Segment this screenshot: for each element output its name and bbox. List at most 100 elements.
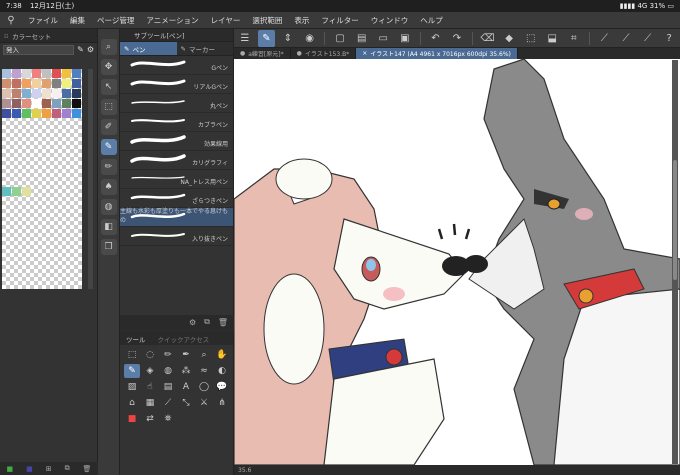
tab-quick-access[interactable]: クイックアクセス: [152, 332, 216, 345]
brush-item[interactable]: リアルGペン: [120, 75, 233, 94]
settings-icon[interactable]: ⚙: [87, 45, 94, 54]
brush-item[interactable]: 丸ペン: [120, 94, 233, 113]
lasso-icon[interactable]: ◌: [142, 348, 158, 362]
move-tool-icon[interactable]: ✥: [100, 59, 117, 75]
color-swatch[interactable]: [12, 79, 21, 88]
color-swatch[interactable]: [12, 187, 21, 196]
brush-item[interactable]: 主線も水彩も厚塗りも一本でやる息けもの: [120, 208, 233, 227]
hand-select-icon[interactable]: ☝: [142, 380, 158, 394]
balloon-icon[interactable]: 💬: [214, 380, 230, 394]
sub-color-icon[interactable]: ■: [26, 465, 33, 473]
effect-line-icon[interactable]: ⚔: [196, 396, 212, 410]
active-pen-icon[interactable]: ✎: [124, 364, 140, 378]
brush-tool-icon[interactable]: ♠: [100, 179, 117, 195]
color-swatch[interactable]: [12, 89, 21, 98]
brush-item[interactable]: 効果線用: [120, 132, 233, 151]
menu-edit[interactable]: 編集: [64, 15, 91, 26]
pencil-tool-icon[interactable]: ✏: [100, 159, 117, 175]
undo-icon[interactable]: ↶: [427, 30, 445, 47]
duplicate-icon[interactable]: ⧉: [204, 317, 210, 327]
eyedropper-tool-icon[interactable]: ✐: [100, 119, 117, 135]
eraser-tool-icon[interactable]: ◧: [100, 219, 117, 235]
color-swatch[interactable]: [32, 99, 41, 108]
deselect-icon[interactable]: ⬚: [522, 30, 540, 47]
color-swatch-grid[interactable]: [2, 69, 82, 289]
ruler-icon[interactable]: ▦: [142, 396, 158, 410]
menu-help[interactable]: ヘルプ: [414, 15, 449, 26]
eyedropper-icon[interactable]: ✎: [77, 45, 84, 54]
settings-gear-icon[interactable]: ⚙: [189, 318, 196, 327]
clear-icon[interactable]: ⌫: [479, 30, 497, 47]
color-swatch[interactable]: [32, 109, 41, 118]
tab-tool[interactable]: ツール: [120, 332, 152, 345]
airbrush-icon[interactable]: ◍: [160, 364, 176, 378]
invert-icon[interactable]: ⬓: [543, 30, 561, 47]
add-color-icon[interactable]: ⊞: [46, 465, 52, 473]
decoration-icon[interactable]: ⁂: [178, 364, 194, 378]
close-icon[interactable]: ●: [297, 50, 302, 57]
color-swatch[interactable]: [12, 69, 21, 78]
color-swatch[interactable]: [42, 99, 51, 108]
snap-icon[interactable]: ⌗: [565, 30, 583, 47]
pen-tool-icon[interactable]: ✎: [257, 29, 276, 47]
magnifier-icon[interactable]: ⌕: [196, 348, 212, 362]
menu-file[interactable]: ファイル: [22, 15, 64, 26]
color-swatch[interactable]: [22, 187, 31, 196]
main-color-icon[interactable]: ■: [6, 465, 13, 473]
color-swatch[interactable]: [12, 99, 21, 108]
doc-tab-1[interactable]: ● a練習[原元]*: [234, 48, 291, 59]
tab-pen[interactable]: ✎ ペン: [120, 42, 177, 55]
color-swatch[interactable]: [2, 89, 11, 98]
color-swatch[interactable]: [62, 79, 71, 88]
doc-tab-3[interactable]: × イラスト147 (A4 4961 x 7016px 600dpi 35.6%…: [356, 48, 518, 59]
export-icon[interactable]: ▣: [396, 30, 414, 47]
correct-line-icon[interactable]: ⟋: [160, 396, 176, 410]
new-file-icon[interactable]: ▢: [331, 30, 349, 47]
transform-icon[interactable]: ⇕: [279, 30, 297, 47]
menu-page[interactable]: ページ管理: [91, 15, 140, 26]
color-swatch[interactable]: [2, 69, 11, 78]
drawing-canvas[interactable]: [234, 59, 680, 465]
close-icon[interactable]: ×: [362, 50, 367, 57]
brush-item[interactable]: Gペン: [120, 56, 233, 75]
color-swatch[interactable]: [62, 109, 71, 118]
eraser-icon[interactable]: ◈: [142, 364, 158, 378]
delete-icon[interactable]: 🗑: [218, 318, 228, 327]
clip-studio-logo-icon[interactable]: ⚲: [0, 15, 22, 26]
close-icon[interactable]: ●: [240, 50, 245, 57]
panel-grip-icon[interactable]: ⁝⁝: [4, 32, 8, 40]
rect-select-icon[interactable]: ⬚: [124, 348, 140, 362]
color-swatch[interactable]: [2, 109, 11, 118]
color-swatch[interactable]: [32, 89, 41, 98]
canvas-scroll-thumb[interactable]: [673, 160, 677, 280]
save-icon[interactable]: ▭: [374, 30, 392, 47]
replace-color-icon[interactable]: ⧉: [65, 464, 70, 473]
zoom-tool-icon[interactable]: ⌕: [100, 39, 117, 55]
color-swatch[interactable]: [52, 69, 61, 78]
color-swatch[interactable]: [42, 69, 51, 78]
color-swatch[interactable]: [62, 89, 71, 98]
color-swatch[interactable]: [42, 79, 51, 88]
pen-icon[interactable]: ✒: [178, 348, 194, 362]
selection-tool-icon[interactable]: ⬚: [100, 99, 117, 115]
color-swatch[interactable]: [42, 89, 51, 98]
color-set-scrollbar[interactable]: [88, 69, 93, 289]
color-swatch[interactable]: [52, 79, 61, 88]
brush-item[interactable]: 入り抜きペン: [120, 227, 233, 246]
color-swatch[interactable]: [2, 79, 11, 88]
grid-snap-icon[interactable]: ⟋: [639, 30, 657, 47]
fill-bucket-icon[interactable]: ◐: [214, 364, 230, 378]
hand-icon[interactable]: ✋: [214, 348, 230, 362]
operation-icon[interactable]: ⤡: [178, 396, 194, 410]
open-file-icon[interactable]: ▤: [353, 30, 371, 47]
figure-icon[interactable]: ◯: [196, 380, 212, 394]
ruler-snap-icon[interactable]: ⟋: [596, 30, 614, 47]
color-swatch[interactable]: [32, 79, 41, 88]
color-swatch[interactable]: [72, 89, 81, 98]
brush-item[interactable]: カブラペン: [120, 113, 233, 132]
doc-tab-2[interactable]: ● イラスト153.B*: [291, 48, 357, 59]
color-swatch[interactable]: [72, 109, 81, 118]
color-set-select[interactable]: 発入: [3, 44, 75, 55]
hamburger-icon[interactable]: ☰: [236, 30, 254, 47]
color-swatch[interactable]: [42, 109, 51, 118]
